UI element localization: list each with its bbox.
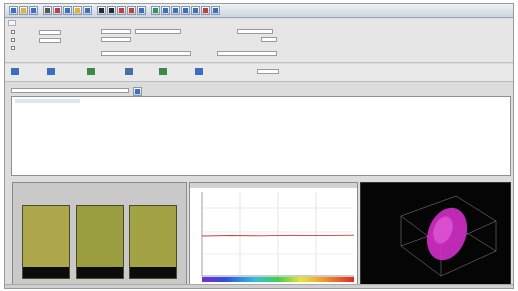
filter-icon bbox=[135, 89, 140, 94]
option-checkbox-2[interactable] bbox=[11, 38, 15, 42]
cut-button[interactable] bbox=[53, 6, 62, 15]
list-filter-bar bbox=[11, 87, 511, 96]
print-button[interactable] bbox=[43, 6, 52, 15]
open-icon bbox=[21, 8, 26, 13]
type-field[interactable] bbox=[101, 37, 131, 42]
info-button[interactable] bbox=[191, 6, 200, 15]
save-button[interactable] bbox=[29, 6, 38, 15]
info-icon bbox=[193, 8, 198, 13]
operator-field[interactable] bbox=[217, 51, 277, 56]
zoom-button[interactable] bbox=[201, 6, 210, 15]
scan-icon bbox=[109, 8, 114, 13]
copy-button[interactable] bbox=[63, 6, 72, 15]
new-icon bbox=[11, 8, 16, 13]
measure-icon bbox=[11, 68, 19, 75]
cut-icon bbox=[55, 8, 60, 13]
undo-icon bbox=[85, 8, 90, 13]
action-button-1[interactable] bbox=[11, 68, 21, 75]
table-cell bbox=[75, 99, 80, 103]
grid-icon bbox=[163, 8, 168, 13]
color-swatch bbox=[76, 205, 124, 279]
action-button-4[interactable] bbox=[125, 68, 135, 75]
spectrum-pane bbox=[189, 182, 358, 287]
standard-icon bbox=[47, 68, 55, 75]
option-checkbox-1[interactable] bbox=[11, 30, 15, 34]
batch-field[interactable] bbox=[39, 38, 61, 43]
spectrum-curve bbox=[201, 234, 355, 237]
export-icon bbox=[173, 8, 178, 13]
save-icon bbox=[31, 8, 36, 13]
action-button-2[interactable] bbox=[47, 68, 57, 75]
color-swatch bbox=[129, 205, 177, 279]
chart-button[interactable] bbox=[117, 6, 126, 15]
scan-button[interactable] bbox=[107, 6, 116, 15]
print-icon bbox=[45, 8, 50, 13]
measurement-list[interactable] bbox=[11, 96, 511, 176]
action-bar bbox=[5, 64, 513, 82]
undo-button[interactable] bbox=[83, 6, 92, 15]
color-swatch bbox=[22, 205, 70, 279]
open-button[interactable] bbox=[19, 6, 28, 15]
target-button[interactable] bbox=[127, 6, 136, 15]
sample-info-panel bbox=[5, 19, 513, 63]
visible-spectrum-bar bbox=[202, 277, 354, 282]
date-field[interactable] bbox=[237, 29, 273, 34]
sample-icon bbox=[87, 68, 95, 75]
new-button[interactable] bbox=[9, 6, 18, 15]
settings-icon bbox=[139, 8, 144, 13]
table-row[interactable] bbox=[15, 121, 80, 125]
action-button-5[interactable] bbox=[159, 68, 169, 75]
action-button-6[interactable] bbox=[195, 68, 205, 75]
status-bar bbox=[5, 284, 513, 288]
window-button[interactable] bbox=[211, 6, 220, 15]
grid-button[interactable] bbox=[161, 6, 170, 15]
mode-dropdown[interactable] bbox=[257, 69, 279, 74]
sample-id-field[interactable] bbox=[39, 30, 61, 35]
edit-icon bbox=[125, 68, 133, 75]
name-field[interactable] bbox=[101, 29, 131, 34]
delete-icon bbox=[195, 68, 203, 75]
list-filter-input[interactable] bbox=[11, 88, 129, 93]
comment-field[interactable] bbox=[101, 51, 191, 56]
main-toolbar bbox=[5, 4, 513, 18]
measure-button[interactable] bbox=[97, 6, 106, 15]
color-space-pane bbox=[360, 182, 511, 287]
app-window bbox=[4, 3, 514, 289]
zoom-icon bbox=[203, 8, 208, 13]
copy-icon bbox=[65, 8, 70, 13]
color-swatch-pane bbox=[12, 182, 187, 287]
settings-button[interactable] bbox=[137, 6, 146, 15]
description-field[interactable] bbox=[135, 29, 181, 34]
panel-tab[interactable] bbox=[8, 20, 16, 26]
window-icon bbox=[213, 8, 218, 13]
help-icon bbox=[183, 8, 188, 13]
check-icon bbox=[159, 68, 167, 75]
spectrum-chart bbox=[201, 192, 355, 282]
filter-button[interactable] bbox=[133, 87, 142, 96]
paste-icon bbox=[75, 8, 80, 13]
action-button-3[interactable] bbox=[87, 68, 97, 75]
color-space-plot bbox=[400, 195, 497, 277]
chart-icon bbox=[119, 8, 124, 13]
export-button[interactable] bbox=[171, 6, 180, 15]
help-button[interactable] bbox=[181, 6, 190, 15]
option-checkbox-3[interactable] bbox=[11, 46, 15, 50]
measure-icon bbox=[99, 8, 104, 13]
measurement-table bbox=[15, 99, 80, 124]
table-cell bbox=[35, 121, 40, 125]
target-icon bbox=[129, 8, 134, 13]
color-icon bbox=[153, 8, 158, 13]
color-button[interactable] bbox=[151, 6, 160, 15]
paste-button[interactable] bbox=[73, 6, 82, 15]
time-field[interactable] bbox=[261, 37, 277, 42]
